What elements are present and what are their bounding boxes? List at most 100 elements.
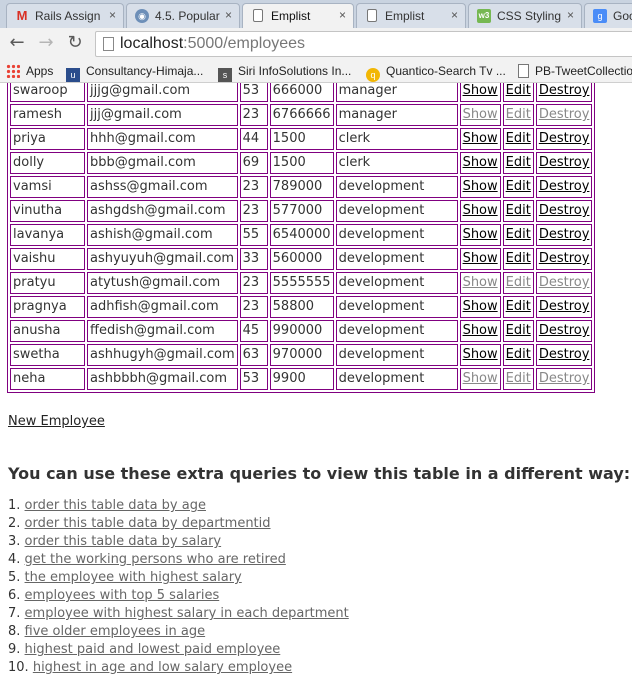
tab-google[interactable]: g Goog	[584, 3, 632, 28]
show-link[interactable]: Show	[463, 203, 498, 218]
cell-name: vaishu	[10, 248, 85, 270]
close-icon[interactable]: ×	[567, 8, 574, 22]
edit-link[interactable]: Edit	[506, 371, 531, 386]
show-link[interactable]: Show	[463, 131, 498, 146]
cell-email: ashhugyh@gmail.com	[87, 344, 238, 366]
cell-email: jjj@gmail.com	[87, 104, 238, 126]
reload-icon[interactable]: ↻	[64, 32, 86, 54]
query-link[interactable]: employees with top 5 salaries	[25, 588, 220, 603]
cell-show: Show	[459, 368, 501, 390]
edit-link[interactable]: Edit	[506, 179, 531, 194]
destroy-link[interactable]: Destroy	[539, 275, 590, 290]
destroy-link[interactable]: Destroy	[539, 131, 590, 146]
tab-emplist[interactable]: Emplist ×	[356, 3, 466, 28]
close-icon[interactable]: ×	[339, 8, 346, 22]
cell-dept: development	[335, 272, 458, 294]
show-link[interactable]: Show	[463, 323, 498, 338]
cell-age: 44	[239, 128, 268, 150]
cell-salary: 577000	[269, 200, 334, 222]
show-link[interactable]: Show	[463, 371, 498, 386]
bookmark-pb-tweet[interactable]: PB-TweetCollectio	[518, 62, 632, 80]
tab-title: Emplist	[385, 9, 425, 23]
destroy-link[interactable]: Destroy	[539, 371, 590, 386]
bookmark-apps[interactable]: Apps	[6, 62, 53, 80]
query-link[interactable]: order this table data by departmentid	[25, 516, 271, 531]
edit-link[interactable]: Edit	[506, 203, 531, 218]
show-link[interactable]: Show	[463, 107, 498, 122]
destroy-link[interactable]: Destroy	[539, 227, 590, 242]
address-bar[interactable]: localhost:5000/employees	[95, 31, 632, 57]
edit-link[interactable]: Edit	[506, 155, 531, 170]
destroy-link[interactable]: Destroy	[539, 323, 590, 338]
back-arrow-icon[interactable]: ←	[6, 32, 28, 54]
edit-link[interactable]: Edit	[506, 347, 531, 362]
cell-dept: development	[335, 344, 458, 366]
destroy-link[interactable]: Destroy	[539, 155, 590, 170]
siri-icon: s	[218, 68, 232, 82]
tab-emplist-active[interactable]: Emplist ×	[242, 3, 354, 29]
browser-tab-strip: M Rails Assign × ◉ 4.5. Popular × Emplis…	[0, 0, 632, 29]
query-link[interactable]: order this table data by salary	[25, 534, 222, 549]
edit-link[interactable]: Edit	[506, 251, 531, 266]
destroy-link[interactable]: Destroy	[539, 203, 590, 218]
edit-link[interactable]: Edit	[506, 323, 531, 338]
cell-destroy: Destroy	[535, 296, 593, 318]
destroy-link[interactable]: Destroy	[539, 299, 590, 314]
cell-name: pratyu	[10, 272, 85, 294]
show-link[interactable]: Show	[463, 83, 498, 98]
query-link[interactable]: get the working persons who are retired	[25, 552, 286, 567]
page-info-icon[interactable]	[103, 37, 114, 51]
cell-salary: 9900	[269, 368, 334, 390]
new-employee-link[interactable]: New Employee	[8, 414, 105, 429]
close-icon[interactable]: ×	[225, 8, 232, 22]
show-link[interactable]: Show	[463, 251, 498, 266]
cell-show: Show	[459, 128, 501, 150]
edit-link[interactable]: Edit	[506, 227, 531, 242]
show-link[interactable]: Show	[463, 299, 498, 314]
edit-link[interactable]: Edit	[506, 275, 531, 290]
show-link[interactable]: Show	[463, 347, 498, 362]
query-link[interactable]: employee with highest salary in each dep…	[25, 606, 349, 621]
apps-icon	[6, 64, 20, 78]
queries-list: 1. order this table data by age 2. order …	[8, 497, 349, 677]
bookmark-label: Siri InfoSolutions In...	[238, 64, 352, 78]
destroy-link[interactable]: Destroy	[539, 179, 590, 194]
tab-css-styling[interactable]: w3 CSS Styling ×	[468, 3, 582, 28]
close-icon[interactable]: ×	[109, 8, 116, 22]
query-link[interactable]: highest in age and low salary employee	[33, 660, 292, 675]
cell-email: hhh@gmail.com	[87, 128, 238, 150]
edit-link[interactable]: Edit	[506, 299, 531, 314]
show-link[interactable]: Show	[463, 275, 498, 290]
stackoverflow-icon: ◉	[135, 9, 149, 23]
show-link[interactable]: Show	[463, 227, 498, 242]
query-link[interactable]: highest paid and lowest paid employee	[25, 642, 281, 657]
forward-arrow-icon[interactable]: →	[35, 32, 57, 54]
show-link[interactable]: Show	[463, 155, 498, 170]
destroy-link[interactable]: Destroy	[539, 251, 590, 266]
edit-link[interactable]: Edit	[506, 107, 531, 122]
destroy-link[interactable]: Destroy	[539, 107, 590, 122]
query-link[interactable]: five older employees in age	[25, 624, 206, 639]
query-link[interactable]: order this table data by age	[25, 498, 206, 513]
bookmark-quantico[interactable]: q Quantico-Search Tv ...	[366, 62, 506, 82]
edit-link[interactable]: Edit	[506, 131, 531, 146]
cell-destroy: Destroy	[535, 83, 593, 102]
table-row: ramesh jjj@gmail.com 23 6766666 manager Show E…	[10, 104, 593, 126]
show-link[interactable]: Show	[463, 179, 498, 194]
edit-link[interactable]: Edit	[506, 83, 531, 98]
bookmark-siri[interactable]: s Siri InfoSolutions In...	[218, 62, 351, 82]
destroy-link[interactable]: Destroy	[539, 83, 590, 98]
cell-dept: clerk	[335, 152, 458, 174]
query-number: 6.	[8, 588, 21, 603]
bookmark-consultancy[interactable]: u Consultancy-Himaja...	[66, 62, 203, 82]
query-number: 7.	[8, 606, 21, 621]
cell-destroy: Destroy	[535, 272, 593, 294]
table-row: pragnya adhfish@gmail.com 23 58800 developme…	[10, 296, 593, 318]
query-link[interactable]: the employee with highest salary	[25, 570, 242, 585]
close-icon[interactable]: ×	[451, 8, 458, 22]
destroy-link[interactable]: Destroy	[539, 347, 590, 362]
tab-rails-assign[interactable]: M Rails Assign ×	[6, 3, 124, 28]
cell-age: 45	[239, 320, 268, 342]
cell-email: ashss@gmail.com	[87, 176, 238, 198]
tab-popular[interactable]: ◉ 4.5. Popular ×	[126, 3, 240, 28]
